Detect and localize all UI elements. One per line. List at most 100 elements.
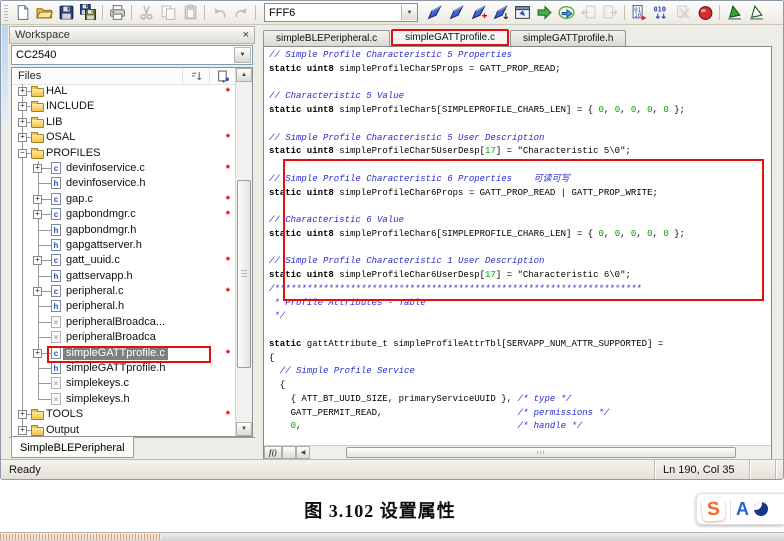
- download-debug-icon[interactable]: [723, 3, 745, 23]
- tree-item-gattservapp-h[interactable]: hgattservapp.h: [12, 269, 236, 284]
- tree-item-gap-c[interactable]: +cgap.c*: [12, 192, 236, 207]
- tree-item-profiles[interactable]: − PROFILES: [12, 146, 236, 161]
- expand-icon[interactable]: +: [18, 102, 27, 111]
- tree-item-label[interactable]: simpleGATTprofile.h: [63, 362, 168, 375]
- bookmark-dart-add-icon[interactable]: [467, 3, 489, 23]
- tree-item-devinfoservice-c[interactable]: +cdevinfoservice.c*: [12, 161, 236, 176]
- tree-item-label[interactable]: Output: [43, 424, 82, 436]
- find-combobox-value[interactable]: FFF6: [265, 7, 401, 19]
- tree-item-label[interactable]: peripheralBroadca: [63, 331, 159, 344]
- sort-order-icon[interactable]: [182, 68, 209, 84]
- expand-icon[interactable]: +: [18, 410, 27, 419]
- save-icon[interactable]: [55, 3, 77, 23]
- tree-scrollbar-thumb[interactable]: [237, 180, 251, 368]
- tree-item-gapbondmgr-h[interactable]: hgapbondmgr.h: [12, 223, 236, 238]
- tree-item-label[interactable]: INCLUDE: [43, 100, 97, 113]
- tree-item-label[interactable]: HAL: [43, 85, 70, 98]
- expand-icon[interactable]: +: [18, 426, 27, 435]
- tree-item-simplekeys-c[interactable]: ×simplekeys.c: [12, 376, 236, 391]
- files-header-label[interactable]: Files: [12, 70, 182, 82]
- tree-vertical-scrollbar[interactable]: ▲ ▼: [235, 68, 252, 436]
- editor-tab-simplebleperipheral-c[interactable]: simpleBLEPeripheral.c: [263, 30, 390, 46]
- crescent-moon-icon[interactable]: [754, 502, 768, 516]
- make-icon[interactable]: 0110: [628, 3, 650, 23]
- toolbar-grip[interactable]: [4, 5, 8, 21]
- tree-item-label[interactable]: gatt_uuid.c: [63, 254, 123, 267]
- sogou-logo-icon[interactable]: S: [701, 497, 726, 522]
- bookmark-dart-2-icon[interactable]: [445, 3, 467, 23]
- scroll-left-icon[interactable]: ◀: [296, 446, 310, 459]
- scroll-up-icon[interactable]: ▲: [236, 68, 252, 82]
- tree-item-peripheralbroadca-[interactable]: ×peripheralBroadca...: [12, 315, 236, 330]
- new-document-icon[interactable]: [11, 3, 33, 23]
- close-icon[interactable]: ×: [243, 30, 249, 40]
- tree-item-label[interactable]: devinfoservice.h: [63, 177, 149, 190]
- tree-item-label[interactable]: PROFILES: [43, 147, 103, 160]
- expand-icon[interactable]: +: [18, 133, 27, 142]
- tree-item-label[interactable]: simplekeys.c: [63, 377, 132, 390]
- tree-item-lib[interactable]: + LIB: [12, 115, 236, 130]
- split-box-button[interactable]: [282, 446, 296, 459]
- expand-icon[interactable]: +: [18, 118, 27, 127]
- collapse-icon[interactable]: −: [18, 149, 27, 158]
- workspace-tab-simplebleperipheral[interactable]: SimpleBLEPeripheral: [11, 437, 134, 458]
- tree-item-simplegattprofile-c[interactable]: +csimpleGATTprofile.c*: [12, 346, 236, 361]
- hscroll-track[interactable]: [310, 446, 771, 459]
- tree-item-gapgattserver-h[interactable]: hgapgattserver.h: [12, 238, 236, 253]
- tree-item-label[interactable]: devinfoservice.c: [63, 162, 148, 175]
- tree-item-simplegattprofile-h[interactable]: hsimpleGATTprofile.h: [12, 361, 236, 376]
- tree-item-label[interactable]: peripheralBroadca...: [63, 316, 168, 329]
- chevron-down-icon[interactable]: ▼: [401, 5, 417, 20]
- configuration-value[interactable]: CC2540: [12, 49, 234, 61]
- tree-item-label[interactable]: gapbondmgr.c: [63, 208, 139, 221]
- tree-item-simplekeys-h[interactable]: ×simplekeys.h: [12, 392, 236, 407]
- bookmark-dart-icon[interactable]: [423, 3, 445, 23]
- debug-without-download-icon[interactable]: [745, 3, 767, 23]
- expand-icon[interactable]: +: [33, 195, 42, 204]
- tree-item-label[interactable]: peripheral.h: [63, 300, 127, 313]
- tree-item-label[interactable]: LIB: [43, 116, 66, 129]
- bookmark-dart-down-icon[interactable]: [489, 3, 511, 23]
- tree-item-gatt-uuid-c[interactable]: +cgatt_uuid.c*: [12, 253, 236, 268]
- expand-icon[interactable]: +: [33, 256, 42, 265]
- save-all-icon[interactable]: [77, 3, 99, 23]
- tree-item-peripheral-c[interactable]: +cperipheral.c*: [12, 284, 236, 299]
- configuration-dropdown[interactable]: CC2540 ▼: [11, 45, 253, 65]
- tree-item-label[interactable]: gap.c: [63, 193, 96, 206]
- debug-stop-icon[interactable]: [694, 3, 716, 23]
- find-window-icon[interactable]: [511, 3, 533, 23]
- find-combobox[interactable]: FFF6 ▼: [264, 3, 418, 22]
- expand-icon[interactable]: +: [33, 164, 42, 173]
- tree-item-peripheralbroadca[interactable]: ×peripheralBroadca: [12, 330, 236, 345]
- function-list-button[interactable]: f(): [264, 446, 282, 459]
- tree-item-label[interactable]: gattservapp.h: [63, 270, 136, 283]
- open-file-icon[interactable]: [33, 3, 55, 23]
- expand-icon[interactable]: +: [33, 349, 42, 358]
- compile-icon[interactable]: 010: [650, 3, 672, 23]
- tree-item-label[interactable]: TOOLS: [43, 408, 86, 421]
- tree-item-label[interactable]: OSAL: [43, 131, 78, 144]
- tree-item-output[interactable]: + Output: [12, 423, 236, 436]
- editor-tab-simplegattprofile-c[interactable]: simpleGATTprofile.c: [391, 29, 509, 46]
- tree-item-hal[interactable]: +HAL*: [12, 84, 236, 99]
- output-column-icon[interactable]: [209, 68, 236, 84]
- scroll-down-icon[interactable]: ▼: [236, 422, 252, 436]
- tree-item-peripheral-h[interactable]: hperipheral.h: [12, 299, 236, 314]
- tree-item-gapbondmgr-c[interactable]: +cgapbondmgr.c*: [12, 207, 236, 222]
- tree-item-label[interactable]: peripheral.c: [63, 285, 126, 298]
- tree-item-devinfoservice-h[interactable]: hdevinfoservice.h: [12, 176, 236, 191]
- tree-item-label[interactable]: simplekeys.h: [63, 393, 133, 406]
- expand-icon[interactable]: +: [18, 87, 27, 96]
- print-icon[interactable]: [106, 3, 128, 23]
- tree-item-osal[interactable]: +OSAL*: [12, 130, 236, 145]
- tree-item-tools[interactable]: +TOOLS*: [12, 407, 236, 422]
- chevron-down-icon[interactable]: ▼: [234, 47, 251, 63]
- tree-item-label[interactable]: gapbondmgr.h: [63, 224, 139, 237]
- nav-bubble-green-icon[interactable]: [555, 3, 577, 23]
- tree-item-include[interactable]: + INCLUDE: [12, 99, 236, 114]
- tree-item-label[interactable]: gapgattserver.h: [63, 239, 145, 252]
- ime-language-button[interactable]: A: [736, 500, 749, 518]
- editor-tab-simplegattprofile-h[interactable]: simpleGATTprofile.h: [510, 30, 626, 46]
- expand-icon[interactable]: +: [33, 210, 42, 219]
- hscroll-thumb[interactable]: [346, 447, 736, 458]
